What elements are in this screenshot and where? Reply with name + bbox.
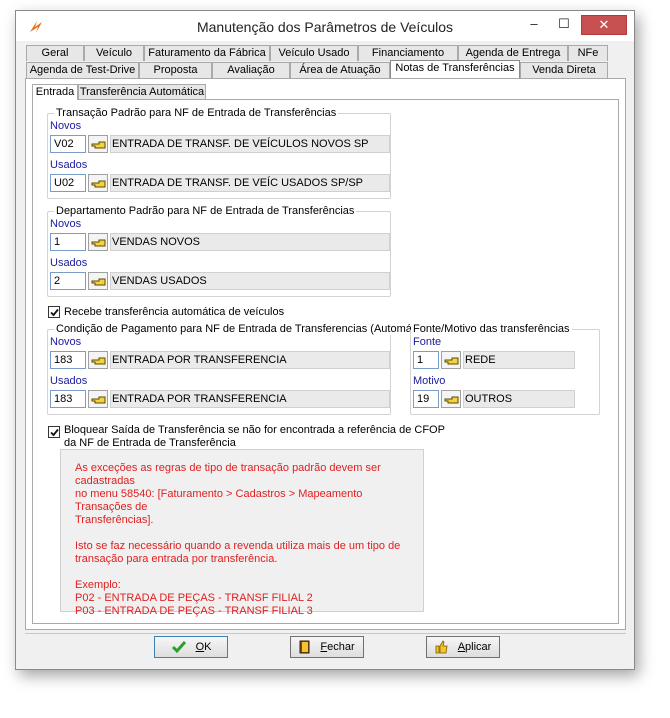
ok-button-accesskey: O (195, 641, 205, 654)
condicao-group-title: Condição de Pagamento para NF de Entrada… (54, 323, 435, 335)
transacao-group-title: Transação Padrão para NF de Entrada de T… (54, 107, 339, 119)
condicao-novos-code-input[interactable]: 183 (50, 351, 86, 369)
recebe-transferencia-checkbox[interactable] (48, 306, 60, 318)
tab-nfe[interactable]: NFe (568, 45, 608, 61)
minimize-button[interactable]: – (521, 15, 547, 35)
pointing-hand-icon (91, 239, 106, 247)
novos-label: Novos (50, 336, 82, 348)
notice-text: As exceções as regras de tipo de transaç… (75, 462, 381, 487)
fonte-motivo-group-title: Fonte/Motivo das transferências (411, 323, 572, 335)
door-exit-icon (299, 640, 310, 654)
fonte-motivo-group: Fonte/Motivo das transferências Fonte 1 … (410, 323, 600, 415)
subtab-transferencia-automatica[interactable]: Transferência Automática (78, 84, 206, 100)
fechar-button-label: echar (327, 641, 355, 654)
pointing-hand-icon (91, 180, 106, 188)
ok-button-label: K (204, 641, 212, 654)
pointing-hand-icon (444, 357, 459, 365)
fonte-lookup-button[interactable] (441, 351, 461, 369)
footer-separator (25, 633, 626, 634)
condicao-usados-desc: ENTRADA POR TRANSFERENCIA (110, 390, 390, 408)
condicao-group: Condição de Pagamento para NF de Entrada… (47, 323, 435, 415)
subtab-entrada[interactable]: Entrada (32, 84, 78, 100)
tab-financiamento[interactable]: Financiamento (358, 45, 458, 61)
pointing-hand-icon (91, 357, 106, 365)
notice-box: As exceções as regras de tipo de transaç… (60, 449, 424, 617)
notice-text: P02 - ENTRADA DE PEÇAS - TRANSF FILIAL 2 (75, 592, 313, 604)
transacao-novos-lookup-button[interactable] (88, 135, 108, 153)
ok-button[interactable]: OK (154, 636, 228, 658)
condicao-novos-desc: ENTRADA POR TRANSFERENCIA (110, 351, 390, 369)
tab-notas-transferencias[interactable]: Notas de Transferências (390, 60, 520, 78)
departamento-novos-desc: VENDAS NOVOS (110, 233, 390, 251)
motivo-lookup-button[interactable] (441, 390, 461, 408)
condicao-usados-code-input[interactable]: 183 (50, 390, 86, 408)
maximize-button[interactable]: ☐ (551, 15, 577, 35)
transacao-group: Transação Padrão para NF de Entrada de T… (47, 107, 391, 199)
fonte-desc: REDE (463, 351, 575, 369)
bloquear-saida-checkbox[interactable] (48, 426, 60, 438)
transacao-usados-desc: ENTRADA DE TRANSF. DE VEÍC USADOS SP/SP (110, 174, 390, 192)
notice-text: Transferências]. (75, 514, 154, 526)
departamento-novos-lookup-button[interactable] (88, 233, 108, 251)
tab-agenda-entrega[interactable]: Agenda de Entrega (458, 45, 568, 61)
novos-label: Novos (50, 218, 82, 230)
checkmark-icon (50, 428, 59, 437)
pointing-hand-icon (91, 141, 106, 149)
notice-text: transação para entrada por transferência… (75, 553, 278, 565)
tab-agenda-test-drive[interactable]: Agenda de Test-Drive (26, 62, 139, 78)
aplicar-button[interactable]: Aplicar (426, 636, 500, 658)
motivo-code-input[interactable]: 19 (413, 390, 439, 408)
tab-veiculo[interactable]: Veículo (84, 45, 144, 61)
main-window: Manutenção dos Parâmetros de Veículos – … (15, 10, 635, 670)
pointing-hand-icon (91, 396, 106, 404)
transacao-novos-desc: ENTRADA DE TRANSF. DE VEÍCULOS NOVOS SP (110, 135, 390, 153)
usados-label: Usados (50, 375, 88, 387)
bloquear-saida-label-line1: Bloquear Saída de Transferência se não f… (64, 424, 445, 436)
close-button[interactable]: ✕ (581, 15, 627, 35)
title-bar[interactable]: Manutenção dos Parâmetros de Veículos – … (16, 11, 634, 41)
check-icon (171, 641, 186, 654)
usados-label: Usados (50, 159, 88, 171)
tab-faturamento-fabrica[interactable]: Faturamento da Fábrica (144, 45, 270, 61)
fechar-button[interactable]: Fechar (290, 636, 364, 658)
usados-label: Usados (50, 257, 88, 269)
tab-row-1: Geral Veículo Faturamento da Fábrica Veí… (26, 45, 626, 61)
notice-text: Exemplo: (75, 579, 121, 591)
departamento-novos-code-input[interactable]: 1 (50, 233, 86, 251)
pointing-hand-icon (444, 396, 459, 404)
departamento-usados-lookup-button[interactable] (88, 272, 108, 290)
tab-venda-direta[interactable]: Venda Direta (520, 62, 608, 78)
notice-text: Isto se faz necessário quando a revenda … (75, 540, 401, 552)
recebe-transferencia-label: Recebe transferência automática de veícu… (64, 306, 285, 318)
pointing-hand-icon (91, 278, 106, 286)
departamento-usados-code-input[interactable]: 2 (50, 272, 86, 290)
tab-row-2: Agenda de Test-Drive Proposta Avaliação … (26, 60, 626, 78)
notice-text: P03 - ENTRADA DE PEÇAS - TRANSF FILIAL 3 (75, 605, 313, 617)
tab-avaliacao[interactable]: Avaliação (212, 62, 290, 78)
departamento-usados-desc: VENDAS USADOS (110, 272, 390, 290)
tab-proposta[interactable]: Proposta (139, 62, 212, 78)
transacao-usados-lookup-button[interactable] (88, 174, 108, 192)
notice-text: no menu 58540: [Faturamento > Cadastros … (75, 488, 363, 513)
fonte-code-input[interactable]: 1 (413, 351, 439, 369)
tab-veiculo-usado[interactable]: Veículo Usado (270, 45, 358, 61)
fonte-label: Fonte (413, 336, 442, 348)
departamento-group-title: Departamento Padrão para NF de Entrada d… (54, 205, 357, 217)
motivo-label: Motivo (413, 375, 446, 387)
tab-area-atuacao[interactable]: Área de Atuação (290, 62, 390, 78)
motivo-desc: OUTROS (463, 390, 575, 408)
transacao-usados-code-input[interactable]: U02 (50, 174, 86, 192)
tab-geral[interactable]: Geral (26, 45, 84, 61)
checkmark-icon (50, 308, 59, 317)
condicao-novos-lookup-button[interactable] (88, 351, 108, 369)
novos-label: Novos (50, 120, 82, 132)
departamento-group: Departamento Padrão para NF de Entrada d… (47, 205, 391, 297)
transacao-novos-code-input[interactable]: V02 (50, 135, 86, 153)
condicao-usados-lookup-button[interactable] (88, 390, 108, 408)
aplicar-button-label: plicar (465, 641, 492, 654)
aplicar-button-accesskey: A (457, 641, 466, 654)
thumbs-up-icon (435, 640, 448, 654)
